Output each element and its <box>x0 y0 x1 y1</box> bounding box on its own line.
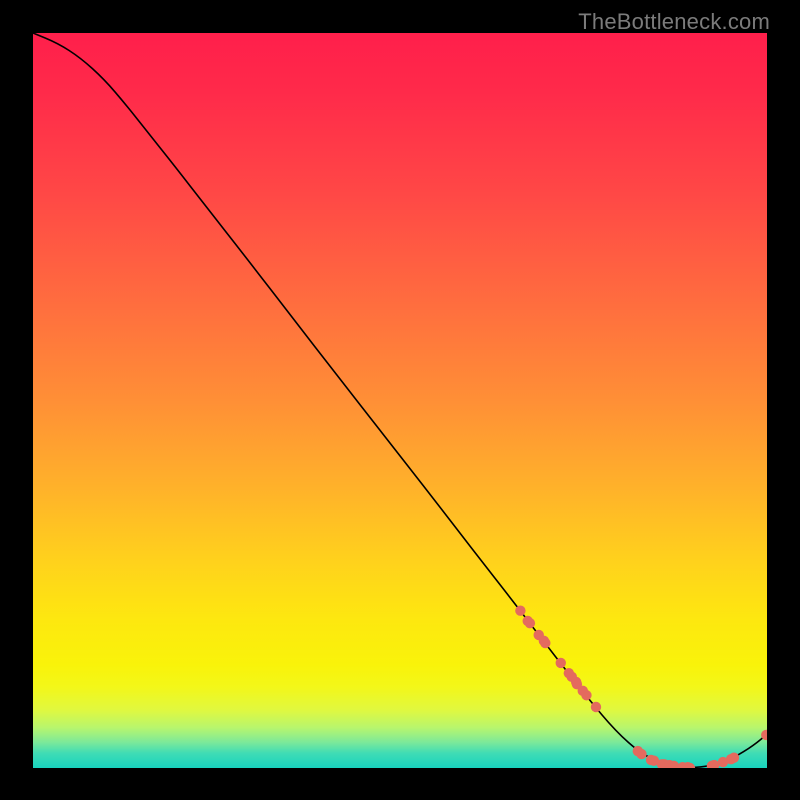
data-dot <box>729 753 739 763</box>
chart-overlay <box>33 33 767 768</box>
curve-line <box>33 33 767 767</box>
highlight-dots <box>515 606 767 768</box>
data-dot <box>540 638 550 648</box>
chart-stage: TheBottleneck.com <box>0 0 800 800</box>
data-dot <box>556 658 566 668</box>
plot-area <box>33 33 767 768</box>
data-dot <box>591 702 601 712</box>
data-dot <box>581 690 591 700</box>
watermark-text: TheBottleneck.com <box>578 9 770 35</box>
data-dot <box>525 618 535 628</box>
data-dot <box>636 749 646 759</box>
data-dot <box>515 606 525 616</box>
